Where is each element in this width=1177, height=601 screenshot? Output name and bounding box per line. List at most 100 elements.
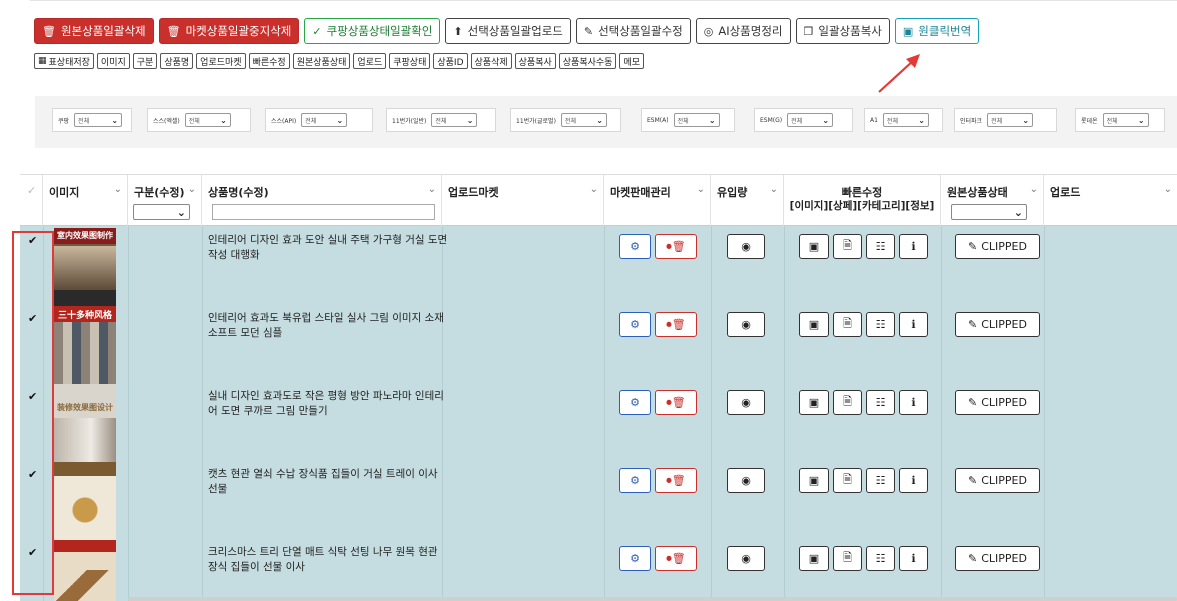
row-checkbox[interactable]: ✔ — [28, 234, 37, 247]
row-checkbox[interactable]: ✔ — [28, 390, 37, 403]
bulk-edit-selected-button[interactable]: ✎ 선택상품일괄수정 — [575, 18, 691, 44]
edit-info-button[interactable]: ℹ — [899, 390, 928, 415]
filter-11st-general-select[interactable]: 전체 ⌄ — [431, 113, 478, 127]
column-toggle-image[interactable]: 이미지 — [96, 53, 130, 69]
edit-image-button[interactable]: ▣ — [799, 468, 829, 493]
table-row[interactable]: ✔ 室内效果图制作 인테리어 디자인 효과 도안 실내 주택 가구형 거실 도면… — [20, 226, 1177, 306]
edit-image-button[interactable]: ▣ — [799, 546, 829, 571]
edit-detail-page-button[interactable]: 🗎 — [833, 312, 862, 337]
bulk-upload-selected-button[interactable]: ⬆ 선택상품일괄업로드 — [445, 18, 571, 44]
column-toggle-product-id[interactable]: 상품ID — [433, 53, 468, 69]
column-category[interactable]: 구분(수정) ⌄ ⌄ — [128, 175, 202, 226]
edit-info-button[interactable]: ℹ — [899, 546, 928, 571]
edit-info-button[interactable]: ℹ — [899, 312, 928, 337]
filter-ss-excel-select[interactable]: 전체 ⌄ — [184, 113, 231, 127]
market-stop-delete-button[interactable]: ⏺🗑 — [655, 390, 697, 415]
edit-image-button[interactable]: ▣ — [799, 234, 829, 259]
filter-ss-api: 스스(API) 전체 ⌄ — [265, 108, 373, 132]
view-traffic-button[interactable]: ◉ — [727, 390, 765, 415]
edit-category-button[interactable]: ☷ — [866, 234, 895, 259]
filter-11st-global-select[interactable]: 전체 ⌄ — [560, 113, 607, 127]
view-traffic-button[interactable]: ◉ — [727, 546, 765, 571]
edit-detail-page-button[interactable]: 🗎 — [833, 546, 862, 571]
column-market-management[interactable]: 마켓판매관리 ⌄ — [604, 175, 711, 226]
column-toggle-product-delete[interactable]: 상품삭제 — [470, 53, 512, 69]
table-row[interactable]: ✔ 三十多种风格 인테리어 효과도 북유럽 스타일 실사 그림 이미지 소재 소… — [20, 304, 1177, 384]
market-stop-delete-button[interactable]: ⏺🗑 — [655, 546, 697, 571]
row-checkbox[interactable]: ✔ — [28, 468, 37, 481]
origin-status-button[interactable]: ✎ CLIPPED — [955, 468, 1040, 493]
market-settings-button[interactable]: ⚙ — [619, 234, 651, 259]
market-stop-delete-button[interactable]: ⏺🗑 — [655, 468, 697, 493]
column-toggle-product-copy[interactable]: 상품복사 — [514, 53, 556, 69]
ai-product-name-button[interactable]: ◎ AI상품명정리 — [695, 18, 791, 44]
select-all-column[interactable]: ✓ — [20, 175, 43, 226]
table-row[interactable]: ✔ 装修效果图设计 실내 디자인 효과도로 작은 평형 방안 파노라마 인테리어… — [20, 382, 1177, 462]
bulk-copy-products-button[interactable]: ❐ 일괄상품복사 — [795, 18, 890, 44]
filter-esm-a-select[interactable]: 전체 ⌄ — [673, 113, 720, 127]
origin-status-button[interactable]: ✎ CLIPPED — [955, 312, 1040, 337]
view-traffic-button[interactable]: ◉ — [727, 312, 765, 337]
edit-category-button[interactable]: ☷ — [866, 468, 895, 493]
column-upload-market[interactable]: 업로드마켓 ⌄ — [442, 175, 604, 226]
market-stop-delete-button[interactable]: ⏺🗑 — [655, 312, 697, 337]
filter-coupang-select[interactable]: 전체 ⌄ — [74, 113, 123, 127]
check-icon: ✓ — [312, 24, 322, 38]
product-thumbnail: 三十多种风格 — [54, 306, 116, 384]
view-traffic-button[interactable]: ◉ — [727, 234, 765, 259]
market-settings-button[interactable]: ⚙ — [619, 390, 651, 415]
stop-delete-market-products-button[interactable]: 🗑 마켓상품일괄중지삭제 — [158, 18, 300, 44]
edit-category-button[interactable]: ☷ — [866, 390, 895, 415]
row-checkbox[interactable]: ✔ — [28, 312, 37, 325]
edit-detail-page-button[interactable]: 🗎 — [833, 390, 862, 415]
column-toggle-product-copy-manual[interactable]: 상품복사수동 — [558, 53, 617, 69]
market-settings-button[interactable]: ⚙ — [619, 468, 651, 493]
edit-info-button[interactable]: ℹ — [899, 468, 928, 493]
column-origin-status[interactable]: 원본상품상태 ⌄ ⌄ — [941, 175, 1044, 226]
market-stop-delete-button[interactable]: ⏺🗑 — [655, 234, 697, 259]
column-image[interactable]: 이미지 ⌄ — [43, 175, 128, 226]
column-toggle-save-state[interactable]: ▦ 표상태저장 — [34, 53, 94, 69]
origin-status-button[interactable]: ✎ CLIPPED — [955, 546, 1040, 571]
filter-ss-api-select[interactable]: 전체 ⌄ — [301, 113, 348, 127]
edit-detail-page-button[interactable]: 🗎 — [833, 234, 862, 259]
origin-status-button[interactable]: ✎ CLIPPED — [955, 234, 1040, 259]
column-toggle-coupang-status[interactable]: 쿠팡상태 — [389, 53, 431, 69]
edit-category-button[interactable]: ☷ — [866, 546, 895, 571]
check-coupang-status-button[interactable]: ✓ 쿠팡상품상태일괄확인 — [304, 18, 441, 44]
product-thumbnail: 装修效果图设计 — [54, 384, 116, 462]
market-settings-button[interactable]: ⚙ — [619, 312, 651, 337]
filter-lotteon-select[interactable]: 전체 ⌄ — [1102, 113, 1149, 127]
column-toggle-category[interactable]: 구분 — [132, 53, 158, 69]
column-product-name[interactable]: 상품명(수정) ⌄ — [202, 175, 442, 226]
horizontal-scrollbar[interactable] — [128, 597, 1177, 601]
row-checkbox[interactable]: ✔ — [28, 546, 37, 559]
origin-status-filter-select[interactable]: ⌄ — [951, 204, 1027, 220]
column-toggle-origin-status[interactable]: 원본상품상태 — [292, 53, 351, 69]
column-traffic[interactable]: 유입량 ⌄ — [711, 175, 784, 226]
table-row[interactable]: ✔ 캣츠 현관 열쇠 수납 장식품 집들이 거실 트레이 이사 선물 ⚙ ⏺🗑 … — [20, 460, 1177, 540]
product-name-filter-input[interactable] — [212, 204, 435, 220]
origin-status-button[interactable]: ✎ CLIPPED — [955, 390, 1040, 415]
column-toggle-quick-edit[interactable]: 빠른수정 — [248, 53, 290, 69]
edit-detail-page-button[interactable]: 🗎 — [833, 468, 862, 493]
one-click-translate-button[interactable]: ▣ 원클릭번역 — [894, 18, 980, 44]
category-filter-select[interactable]: ⌄ — [133, 204, 190, 220]
column-toggle-name[interactable]: 상품명 — [160, 53, 194, 69]
filter-esm-g-select[interactable]: 전체 ⌄ — [787, 113, 834, 127]
column-upload[interactable]: 업로드 ⌄ — [1044, 175, 1177, 226]
column-toggle-upload[interactable]: 업로드 — [353, 53, 387, 69]
filter-interpark-select[interactable]: 전체 ⌄ — [987, 113, 1034, 127]
edit-info-button[interactable]: ℹ — [899, 234, 928, 259]
column-quick-edit[interactable]: 빠른수정 [이미지][상페][카테고리][정보] — [784, 175, 941, 226]
edit-image-button[interactable]: ▣ — [799, 390, 829, 415]
filter-a1-select[interactable]: 전체 ⌄ — [882, 113, 929, 127]
column-toggle-memo[interactable]: 메모 — [619, 53, 645, 69]
column-toggle-upload-market[interactable]: 업로드마켓 — [196, 53, 246, 69]
market-settings-button[interactable]: ⚙ — [619, 546, 651, 571]
table-row[interactable]: ✔ 크리스마스 트리 단열 매트 식탁 선팅 나무 원목 현관 장식 집들이 선… — [20, 538, 1177, 601]
delete-original-products-button[interactable]: 🗑 원본상품일괄삭제 — [34, 18, 154, 44]
view-traffic-button[interactable]: ◉ — [727, 468, 765, 493]
edit-image-button[interactable]: ▣ — [799, 312, 829, 337]
edit-category-button[interactable]: ☷ — [866, 312, 895, 337]
